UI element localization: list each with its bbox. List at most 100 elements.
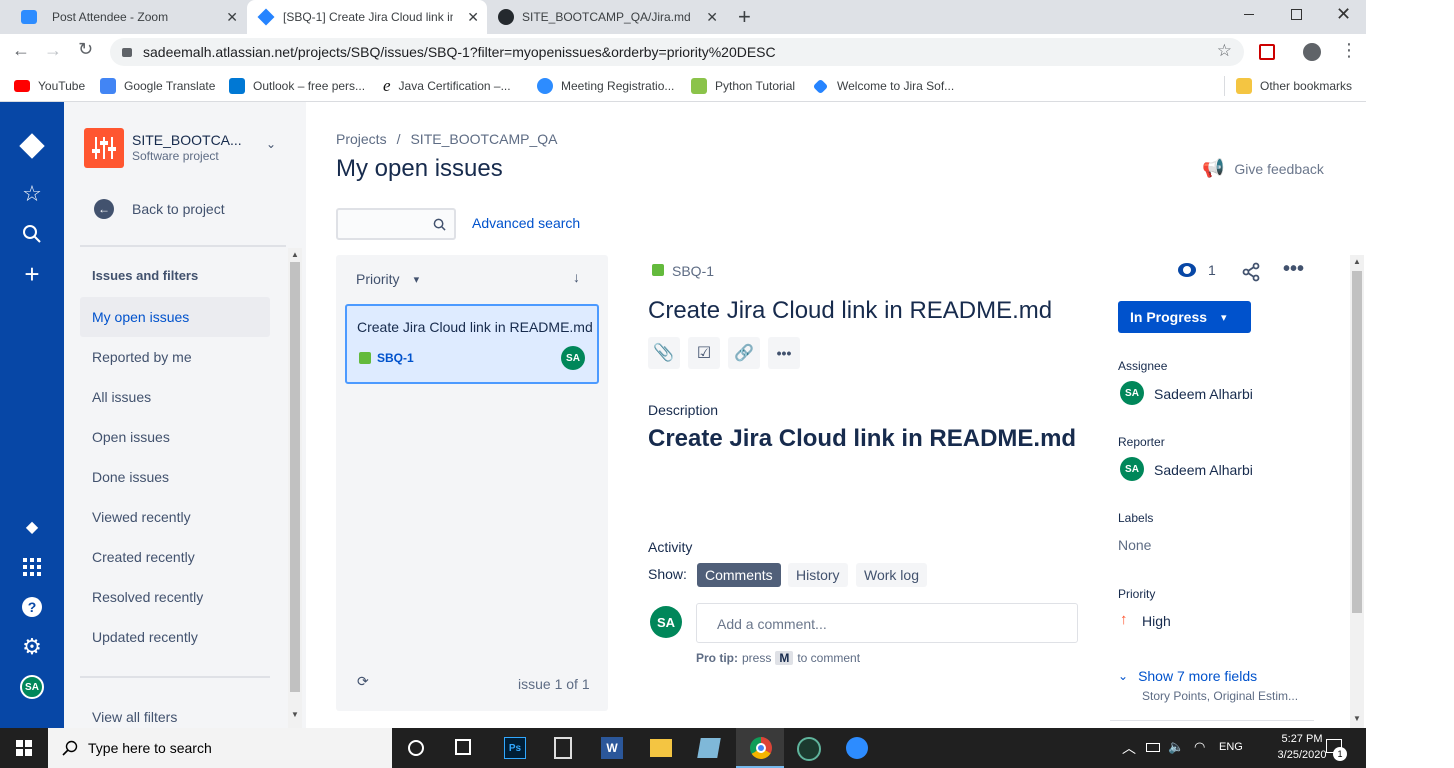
more-actions-icon[interactable]: ••• — [1283, 258, 1304, 281]
address-bar[interactable]: sadeemalh.atlassian.net/projects/SBQ/iss… — [110, 38, 1244, 66]
forward-arrow-icon[interactable]: → — [44, 40, 62, 61]
bookmark-other[interactable]: Other bookmarks — [1236, 76, 1352, 96]
task-view-icon[interactable] — [455, 739, 471, 755]
close-tab-icon[interactable]: ✕ — [706, 9, 718, 26]
settings-gear-icon[interactable]: ⚙ — [20, 634, 44, 659]
reporter-value[interactable]: Sadeem Alharbi — [1154, 462, 1253, 478]
language-indicator[interactable]: ENG — [1219, 741, 1243, 753]
jira-logo-icon[interactable] — [19, 133, 45, 159]
close-tab-icon[interactable]: ✕ — [467, 9, 479, 26]
minimize-icon[interactable] — [1244, 14, 1254, 15]
cortana-icon[interactable] — [408, 740, 424, 756]
clock[interactable]: 5:27 PM 3/25/2020 — [1276, 731, 1328, 763]
calculator-icon[interactable] — [554, 737, 572, 759]
photoshop-icon[interactable]: Ps — [504, 737, 526, 759]
sidebar-item-all-issues[interactable]: All issues — [80, 377, 270, 417]
sidebar-item-done-issues[interactable]: Done issues — [80, 457, 270, 497]
search-input[interactable] — [336, 208, 456, 240]
priority-sort-dropdown[interactable]: Priority ▾ — [356, 271, 419, 287]
close-tab-icon[interactable]: ✕ — [226, 9, 238, 26]
detail-scrollbar[interactable]: ▲ ▼ — [1350, 255, 1364, 728]
comment-input[interactable]: Add a comment... — [696, 603, 1078, 643]
battery-icon[interactable] — [1146, 743, 1160, 752]
tab-zoom[interactable]: Post Attendee - Zoom ✕ — [8, 0, 246, 34]
taskbar-search[interactable]: Type here to search — [48, 728, 392, 768]
link-issue-button[interactable]: 🔗 — [728, 337, 760, 369]
attach-button[interactable]: 📎 — [648, 337, 680, 369]
watch-button[interactable]: 1 — [1178, 262, 1216, 278]
sidebar-scrollbar[interactable]: ▲ ▼ — [288, 248, 302, 728]
user-avatar[interactable]: SA — [20, 675, 44, 699]
issue-summary[interactable]: Create Jira Cloud link in README.md — [648, 297, 1052, 325]
tab-history[interactable]: History — [788, 563, 848, 587]
assignee-value[interactable]: Sadeem Alharbi — [1154, 386, 1253, 402]
search-icon[interactable] — [20, 222, 44, 246]
windows-start-icon[interactable] — [16, 740, 32, 756]
bookmark-outlook[interactable]: Outlook – free pers... — [229, 76, 365, 96]
sidebar-item-created-recently[interactable]: Created recently — [80, 537, 270, 577]
volume-icon[interactable]: 🔈 — [1168, 739, 1184, 755]
bookmark-python[interactable]: Python Tutorial — [691, 76, 795, 96]
app-icon[interactable] — [797, 737, 821, 761]
chevron-up-icon[interactable]: ︿ — [1122, 738, 1136, 758]
star-icon[interactable]: ☆ — [20, 181, 44, 206]
sidebar-item-reported-by-me[interactable]: Reported by me — [80, 337, 270, 377]
tab-work-log[interactable]: Work log — [856, 563, 927, 587]
more-options-button[interactable]: ••• — [768, 337, 800, 369]
bookmark-translate[interactable]: Google Translate — [100, 76, 215, 96]
breadcrumb-project[interactable]: SITE_BOOTCAMP_QA — [410, 131, 557, 147]
issue-card[interactable]: Create Jira Cloud link in README.md SBQ-… — [345, 304, 599, 384]
help-icon[interactable]: ? — [20, 595, 44, 619]
sidebar-item-open-issues[interactable]: Open issues — [80, 417, 270, 457]
status-button[interactable]: In Progress ▾ — [1118, 301, 1251, 333]
wifi-icon[interactable]: ◠ — [1194, 739, 1205, 755]
share-icon[interactable] — [1241, 262, 1261, 282]
tab-comments[interactable]: Comments — [697, 563, 781, 587]
refresh-icon[interactable]: ⟳ — [357, 673, 369, 690]
scroll-thumb[interactable] — [1352, 271, 1362, 613]
star-icon[interactable]: ☆ — [1217, 41, 1232, 61]
bookmark-jira[interactable]: Welcome to Jira Sof... — [812, 76, 954, 96]
sidebar-item-resolved-recently[interactable]: Resolved recently — [80, 577, 270, 617]
notifications-icon[interactable]: ◆ — [20, 515, 44, 539]
restore-icon[interactable] — [1291, 9, 1302, 20]
priority-value[interactable]: High — [1142, 613, 1171, 629]
address-text[interactable]: sadeemalh.atlassian.net/projects/SBQ/iss… — [143, 44, 776, 60]
chevron-down-icon[interactable]: ⌄ — [266, 137, 276, 151]
sidebar-item-viewed-recently[interactable]: Viewed recently — [80, 497, 270, 537]
file-explorer-icon[interactable] — [650, 739, 672, 757]
description-body[interactable]: Create Jira Cloud link in README.md — [648, 425, 1076, 453]
breadcrumb-projects[interactable]: Projects — [336, 131, 387, 147]
close-window-icon[interactable]: ✕ — [1336, 4, 1351, 25]
zoom-icon[interactable] — [846, 737, 868, 759]
sidebar-item-updated-recently[interactable]: Updated recently — [80, 617, 270, 657]
tab-github[interactable]: SITE_BOOTCAMP_QA/Jira.md at m ✕ — [488, 0, 726, 34]
scroll-thumb[interactable] — [290, 262, 300, 692]
back-to-project[interactable]: ← Back to project — [94, 198, 225, 220]
scroll-up-icon[interactable]: ▲ — [291, 250, 299, 259]
create-icon[interactable]: + — [20, 259, 44, 289]
show-more-fields[interactable]: ⌄ Show 7 more fields — [1118, 668, 1257, 684]
give-feedback[interactable]: 📢 Give feedback — [1202, 158, 1324, 179]
word-icon[interactable]: W — [601, 737, 623, 759]
sort-direction-icon[interactable]: ↓ — [573, 269, 580, 285]
bookmark-youtube[interactable]: YouTube — [14, 76, 85, 96]
tab-jira[interactable]: [SBQ-1] Create Jira Cloud link in ✕ — [247, 0, 487, 34]
new-tab-icon[interactable]: + — [738, 4, 751, 30]
menu-dots-icon[interactable]: ⋮ — [1340, 40, 1358, 61]
project-name[interactable]: SITE_BOOTCA... — [132, 132, 242, 148]
add-child-issue-button[interactable]: ☑ — [688, 337, 720, 369]
bookmark-java[interactable]: e Java Certification –... — [383, 76, 511, 96]
issue-key-link[interactable]: SBQ-1 — [672, 263, 714, 279]
scroll-down-icon[interactable]: ▼ — [291, 710, 299, 719]
back-arrow-icon[interactable]: ← — [12, 40, 30, 61]
scroll-up-icon[interactable]: ▲ — [1353, 257, 1361, 266]
chrome-taskbar-button[interactable] — [736, 728, 784, 768]
bookmark-meeting[interactable]: Meeting Registratio... — [537, 76, 674, 96]
profile-icon[interactable] — [1303, 43, 1321, 61]
notepad-icon[interactable] — [697, 738, 721, 758]
sidebar-item-my-open-issues[interactable]: My open issues — [80, 297, 270, 337]
advanced-search-link[interactable]: Advanced search — [472, 215, 580, 231]
labels-value[interactable]: None — [1118, 537, 1151, 553]
reload-icon[interactable]: ↻ — [78, 39, 93, 60]
